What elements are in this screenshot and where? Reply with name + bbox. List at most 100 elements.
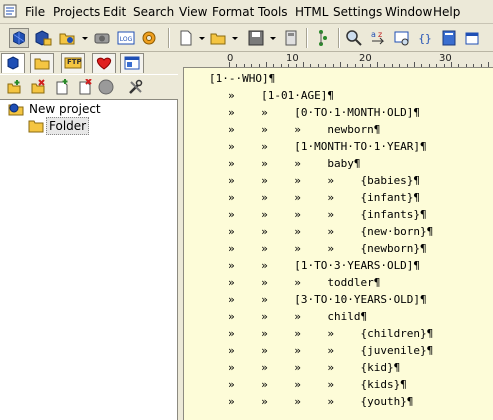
gear-icon[interactable]	[139, 28, 159, 48]
code-braces-icon[interactable]: {}	[415, 28, 435, 48]
svg-text:{}: {}	[418, 32, 431, 45]
sphere-blue-icon[interactable]	[9, 28, 29, 48]
menu-tools[interactable]: Tools	[258, 4, 288, 20]
ruler-tick	[236, 64, 238, 67]
editor-line: » » » » {kids}¶	[228, 378, 407, 391]
menu-edit[interactable]: Edit	[103, 4, 126, 20]
svg-text:a: a	[371, 30, 376, 39]
menu-settings[interactable]: Settings	[333, 4, 382, 20]
menu-format[interactable]: Format	[212, 4, 254, 20]
ruler-tick	[332, 64, 334, 67]
log-icon[interactable]: LOG	[116, 28, 136, 48]
editor-line: [1·-·WHO]¶	[209, 72, 276, 85]
ruler-tick	[458, 64, 460, 67]
menu-search[interactable]: Search	[133, 4, 174, 20]
ruler-tick	[414, 62, 415, 67]
save-icon[interactable]	[246, 28, 266, 48]
project-toolbar	[0, 74, 178, 100]
open-folder-icon[interactable]	[208, 28, 228, 48]
editor-line: » » » » {newborn}¶	[228, 242, 427, 255]
editor-line: » » [3·TO·10·YEARS·OLD]¶	[228, 293, 427, 306]
app-icon	[3, 4, 17, 18]
ruler-tick	[391, 64, 393, 67]
toolbar-separator	[338, 28, 340, 48]
remove-icon[interactable]	[30, 79, 46, 95]
external-window-icon[interactable]	[463, 28, 483, 48]
ruler-tick	[384, 64, 386, 67]
sphere-open-icon[interactable]	[33, 28, 53, 48]
ftp-tab[interactable]: FTP	[61, 53, 85, 73]
dropdown-arrow-icon[interactable]	[232, 37, 238, 40]
new-document-icon[interactable]	[176, 28, 196, 48]
editor-line: » » » baby¶	[228, 157, 361, 170]
code-editor[interactable]: [1·-·WHO]¶ » [1-01·AGE]¶ » » [0·TO·1·MON…	[183, 68, 493, 420]
ruler-tick	[354, 64, 356, 67]
add-icon[interactable]	[6, 79, 22, 95]
editor-line: » » » » {infants}¶	[228, 208, 427, 221]
files-tab[interactable]	[30, 53, 54, 73]
tree-item-project[interactable]: New project	[8, 101, 168, 117]
disc-icon[interactable]	[98, 79, 114, 95]
editor-line: » » [1·TO·3·YEARS·OLD]¶	[228, 259, 421, 272]
menu-file[interactable]: File	[25, 4, 45, 20]
ruler-tick	[303, 62, 304, 67]
editor-line: » » » » {new·born}¶	[228, 225, 434, 238]
editor-line: » » [1·MONTH·TO·1·YEAR]¶	[228, 140, 427, 153]
favorites-tab[interactable]	[92, 53, 116, 73]
menu-help[interactable]: Help	[433, 4, 460, 20]
ruler-tick	[273, 64, 275, 67]
tree-item-folder[interactable]: Folder	[28, 117, 168, 135]
editor-line: » » » » {kid}¶	[228, 361, 401, 374]
project-tab[interactable]	[1, 53, 25, 73]
ruler-tick	[421, 64, 423, 67]
window-icon	[124, 56, 140, 70]
editor-line: » » [0·TO·1·MONTH·OLD]¶	[228, 106, 421, 119]
ruler-tick	[317, 64, 319, 67]
ruler-tick	[310, 64, 312, 67]
ruler-number: 20	[359, 53, 372, 64]
editor-line: » » » » {infant}¶	[228, 191, 421, 204]
editor-line: » » » child¶	[228, 310, 368, 323]
menu-window[interactable]: Window	[385, 4, 432, 20]
ruler-tick	[428, 64, 430, 67]
menu-view[interactable]: View	[179, 4, 207, 20]
ruler-tick	[288, 64, 290, 67]
new-file-icon[interactable]	[54, 79, 70, 95]
left-panel-tabs: FTP	[0, 52, 178, 74]
tree-icon[interactable]	[313, 28, 333, 48]
editor-line: » » » » {children}¶	[228, 327, 434, 340]
book-icon[interactable]	[439, 28, 459, 48]
preview-icon[interactable]	[392, 28, 412, 48]
ruler-tick	[480, 64, 482, 67]
sphere-blue-icon	[7, 56, 19, 70]
dropdown-arrow-icon[interactable]	[270, 37, 276, 40]
ruler-tick	[465, 64, 467, 67]
project-icon	[8, 103, 24, 116]
menu-projects[interactable]: Projects	[53, 4, 100, 20]
camera-icon[interactable]	[92, 28, 112, 48]
ruler-tick	[325, 64, 327, 67]
editor-line: » [1-01·AGE]¶	[228, 89, 334, 102]
ruler: 0 10 20 30	[183, 52, 493, 68]
project-tree-panel: New project Folder	[0, 99, 178, 420]
menu-html[interactable]: HTML	[295, 4, 328, 20]
delete-file-icon[interactable]	[77, 79, 93, 95]
toolbar-separator	[168, 28, 170, 48]
tree-label-project: New project	[29, 102, 101, 116]
editor-line: » » » » {juvenile}¶	[228, 344, 434, 357]
templates-tab[interactable]	[120, 53, 144, 73]
ruler-tick	[229, 62, 230, 67]
replace-icon[interactable]: a z	[368, 28, 388, 48]
main-toolbar: LOG a z {}	[0, 24, 493, 52]
ruler-tick	[369, 64, 371, 67]
dropdown-arrow-icon[interactable]	[82, 37, 88, 40]
find-icon[interactable]	[344, 28, 364, 48]
project-open-icon[interactable]	[57, 28, 77, 48]
editor-line: » » » » {babies}¶	[228, 174, 421, 187]
tools-icon[interactable]	[128, 79, 144, 95]
ruler-tick	[436, 64, 438, 67]
dropdown-arrow-icon[interactable]	[199, 37, 205, 40]
save-all-icon[interactable]	[281, 28, 301, 48]
ruler-tick	[377, 62, 378, 67]
ruler-tick	[362, 64, 364, 67]
